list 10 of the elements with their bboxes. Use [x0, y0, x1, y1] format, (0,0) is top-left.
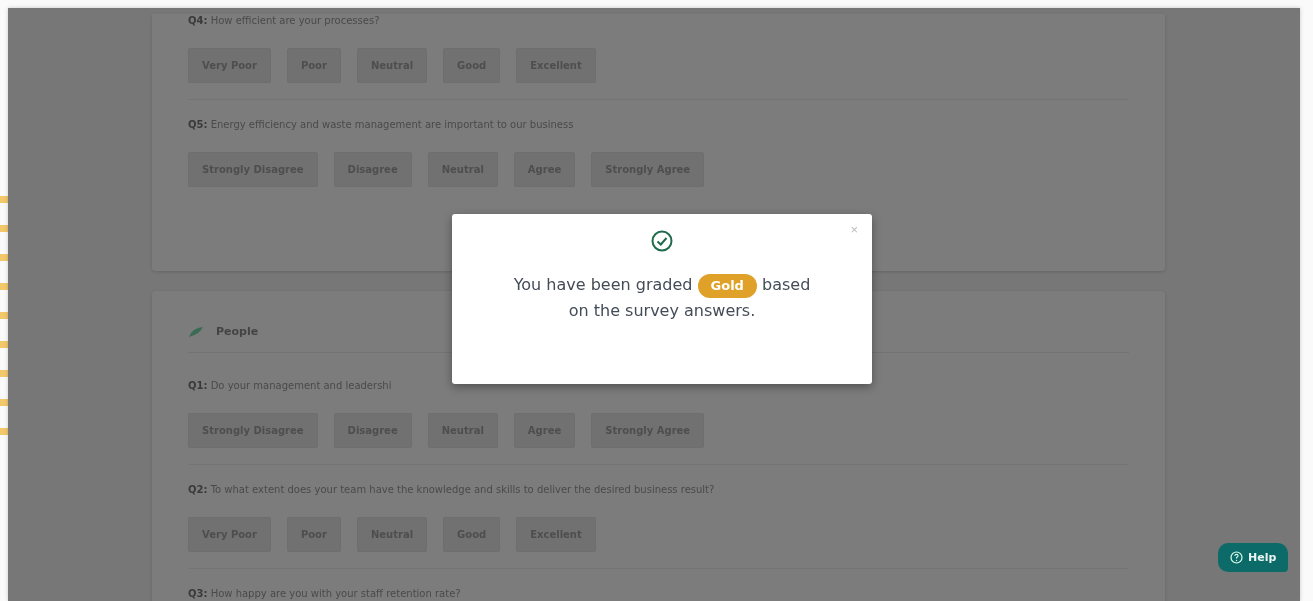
- close-button[interactable]: ×: [850, 222, 858, 237]
- grade-badge: Gold: [697, 274, 757, 298]
- help-button[interactable]: Help: [1218, 543, 1289, 572]
- section-title: People: [216, 325, 259, 338]
- message-text: on the survey answers.: [568, 300, 756, 322]
- help-icon: [1230, 551, 1243, 564]
- leaf-icon: [188, 325, 204, 338]
- message-text: You have been graded: [513, 275, 693, 294]
- message-text: based: [762, 275, 811, 294]
- check-circle-icon: [651, 230, 673, 252]
